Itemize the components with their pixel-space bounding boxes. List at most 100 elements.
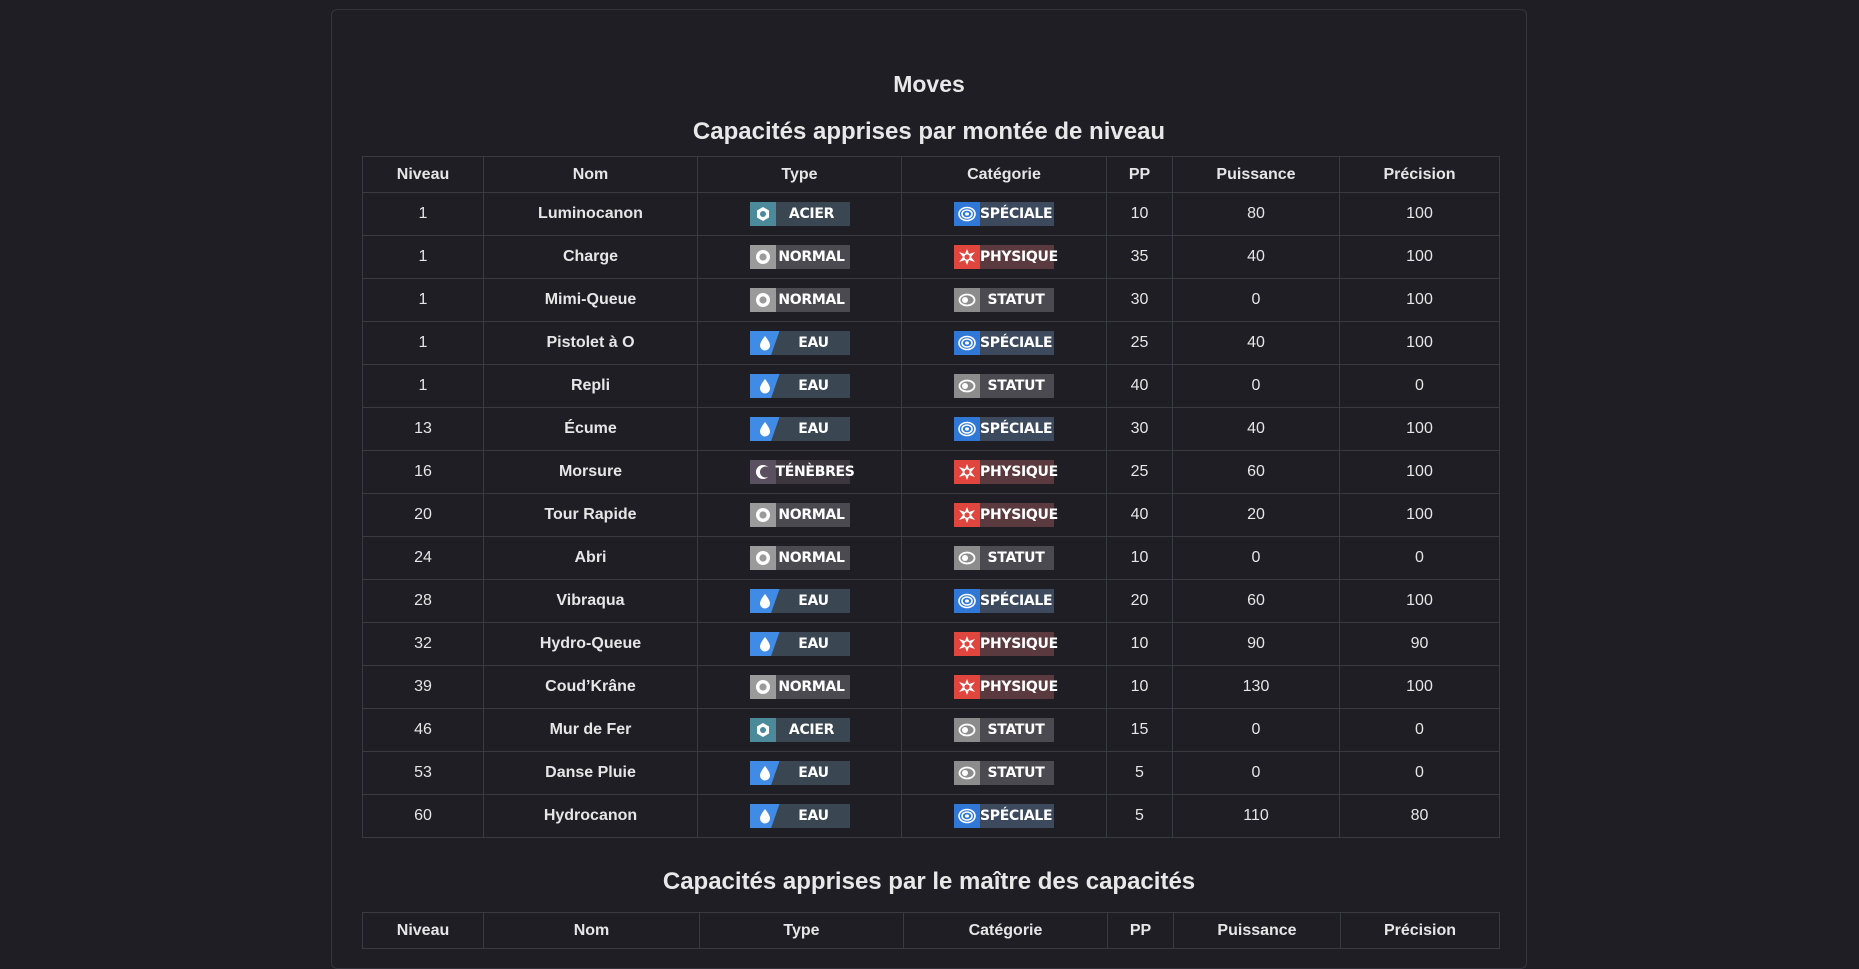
table-row[interactable]: 24 Abri NORMAL STATUT 10 0 0 bbox=[362, 536, 1500, 580]
cell-type: EAU bbox=[697, 364, 902, 408]
type-badge[interactable]: NORMAL bbox=[749, 288, 850, 312]
physical-icon bbox=[954, 245, 980, 269]
cell-type: NORMAL bbox=[697, 278, 902, 322]
cell-nom[interactable]: Luminocanon bbox=[483, 192, 698, 236]
table-row[interactable]: 1 Charge NORMAL PHYSIQUE 35 40 100 bbox=[362, 235, 1500, 279]
cell-puissance: 110 bbox=[1172, 794, 1340, 838]
cell-nom[interactable]: Coud’Krâne bbox=[483, 665, 698, 709]
type-badge[interactable]: EAU bbox=[749, 804, 850, 828]
header-type[interactable]: Type bbox=[699, 912, 904, 949]
header-puissance[interactable]: Puissance bbox=[1173, 912, 1341, 949]
cell-nom[interactable]: Hydrocanon bbox=[483, 794, 698, 838]
cell-niveau: 1 bbox=[362, 321, 484, 365]
cell-nom[interactable]: Vibraqua bbox=[483, 579, 698, 623]
special-icon bbox=[954, 202, 980, 226]
cell-nom[interactable]: Charge bbox=[483, 235, 698, 279]
header-niveau[interactable]: Niveau bbox=[362, 156, 484, 193]
cell-nom[interactable]: Tour Rapide bbox=[483, 493, 698, 537]
category-badge: STATUT bbox=[954, 546, 1054, 570]
category-badge: PHYSIQUE bbox=[954, 503, 1058, 527]
cell-precision: 100 bbox=[1339, 321, 1500, 365]
header-categorie[interactable]: Catégorie bbox=[901, 156, 1107, 193]
category-label: PHYSIQUE bbox=[980, 507, 1058, 523]
type-badge[interactable]: NORMAL bbox=[749, 245, 850, 269]
cell-nom[interactable]: Écume bbox=[483, 407, 698, 451]
cell-categorie: SPÉCIALE bbox=[901, 407, 1107, 451]
cell-nom[interactable]: Morsure bbox=[483, 450, 698, 494]
header-nom[interactable]: Nom bbox=[483, 912, 700, 949]
cell-type: EAU bbox=[697, 794, 902, 838]
table-row[interactable]: 32 Hydro-Queue EAU PHYSIQUE 10 90 90 bbox=[362, 622, 1500, 666]
type-badge[interactable]: EAU bbox=[749, 331, 850, 355]
header-puissance[interactable]: Puissance bbox=[1172, 156, 1340, 193]
cell-pp: 30 bbox=[1106, 278, 1173, 322]
table-row[interactable]: 53 Danse Pluie EAU STATUT 5 0 0 bbox=[362, 751, 1500, 795]
header-precision[interactable]: Précision bbox=[1339, 156, 1500, 193]
type-badge[interactable]: EAU bbox=[749, 374, 850, 398]
cell-nom[interactable]: Pistolet à O bbox=[483, 321, 698, 365]
table-row[interactable]: 60 Hydrocanon EAU SPÉCIALE 5 110 80 bbox=[362, 794, 1500, 838]
table-row[interactable]: 46 Mur de Fer ACIER STATUT 15 0 0 bbox=[362, 708, 1500, 752]
table-row[interactable]: 28 Vibraqua EAU SPÉCIALE 20 60 100 bbox=[362, 579, 1500, 623]
status-icon bbox=[954, 288, 980, 312]
cell-categorie: SPÉCIALE bbox=[901, 794, 1107, 838]
type-badge[interactable]: ACIER bbox=[749, 718, 850, 742]
normal-icon bbox=[749, 675, 776, 699]
cell-pp: 30 bbox=[1106, 407, 1173, 451]
cell-nom[interactable]: Mur de Fer bbox=[483, 708, 698, 752]
type-badge[interactable]: EAU bbox=[749, 761, 850, 785]
cell-nom[interactable]: Repli bbox=[483, 364, 698, 408]
cell-niveau: 1 bbox=[362, 192, 484, 236]
cell-nom[interactable]: Mimi-Queue bbox=[483, 278, 698, 322]
cell-categorie: PHYSIQUE bbox=[901, 622, 1107, 666]
type-badge[interactable]: NORMAL bbox=[749, 675, 850, 699]
type-badge[interactable]: EAU bbox=[749, 632, 850, 656]
category-label: SPÉCIALE bbox=[980, 808, 1053, 824]
table-row[interactable]: 1 Pistolet à O EAU SPÉCIALE 25 40 100 bbox=[362, 321, 1500, 365]
type-label: NORMAL bbox=[778, 507, 845, 523]
cell-categorie: PHYSIQUE bbox=[901, 450, 1107, 494]
header-niveau[interactable]: Niveau bbox=[362, 912, 484, 949]
header-nom[interactable]: Nom bbox=[483, 156, 698, 193]
cell-categorie: PHYSIQUE bbox=[901, 235, 1107, 279]
table-row[interactable]: 20 Tour Rapide NORMAL PHYSIQUE 40 20 100 bbox=[362, 493, 1500, 537]
category-badge: PHYSIQUE bbox=[954, 460, 1058, 484]
normal-icon bbox=[749, 288, 776, 312]
cell-categorie: SPÉCIALE bbox=[901, 192, 1107, 236]
cell-nom[interactable]: Hydro-Queue bbox=[483, 622, 698, 666]
table-row[interactable]: 39 Coud’Krâne NORMAL PHYSIQUE 10 130 100 bbox=[362, 665, 1500, 709]
type-badge[interactable]: EAU bbox=[749, 589, 850, 613]
category-badge: SPÉCIALE bbox=[954, 202, 1054, 226]
cell-puissance: 130 bbox=[1172, 665, 1340, 709]
cell-puissance: 0 bbox=[1172, 751, 1340, 795]
type-label: NORMAL bbox=[778, 292, 845, 308]
cell-puissance: 80 bbox=[1172, 192, 1340, 236]
cell-niveau: 39 bbox=[362, 665, 484, 709]
category-label: STATUT bbox=[987, 378, 1045, 394]
header-precision[interactable]: Précision bbox=[1340, 912, 1500, 949]
cell-precision: 0 bbox=[1339, 364, 1500, 408]
type-badge[interactable]: NORMAL bbox=[749, 546, 850, 570]
table-header-row: Niveau Nom Type Catégorie PP Puissance P… bbox=[362, 156, 1500, 193]
cell-categorie: PHYSIQUE bbox=[901, 493, 1107, 537]
cell-nom[interactable]: Abri bbox=[483, 536, 698, 580]
header-type[interactable]: Type bbox=[697, 156, 902, 193]
table-row[interactable]: 1 Luminocanon ACIER SPÉCIALE 10 80 100 bbox=[362, 192, 1500, 236]
table-row[interactable]: 1 Mimi-Queue NORMAL STATUT 30 0 100 bbox=[362, 278, 1500, 322]
category-label: STATUT bbox=[987, 550, 1045, 566]
type-badge[interactable]: EAU bbox=[749, 417, 850, 441]
header-categorie[interactable]: Catégorie bbox=[903, 912, 1108, 949]
table-row[interactable]: 1 Repli EAU STATUT 40 0 0 bbox=[362, 364, 1500, 408]
table-row[interactable]: 16 Morsure TÉNÈBRES PHYSIQUE 25 60 100 bbox=[362, 450, 1500, 494]
header-pp[interactable]: PP bbox=[1106, 156, 1173, 193]
type-badge[interactable]: TÉNÈBRES bbox=[749, 460, 855, 484]
header-pp[interactable]: PP bbox=[1107, 912, 1174, 949]
cell-precision: 100 bbox=[1339, 278, 1500, 322]
cell-nom[interactable]: Danse Pluie bbox=[483, 751, 698, 795]
cell-puissance: 20 bbox=[1172, 493, 1340, 537]
type-badge[interactable]: NORMAL bbox=[749, 503, 850, 527]
type-badge[interactable]: ACIER bbox=[749, 202, 850, 226]
table-row[interactable]: 13 Écume EAU SPÉCIALE 30 40 100 bbox=[362, 407, 1500, 451]
cell-niveau: 13 bbox=[362, 407, 484, 451]
cell-pp: 35 bbox=[1106, 235, 1173, 279]
